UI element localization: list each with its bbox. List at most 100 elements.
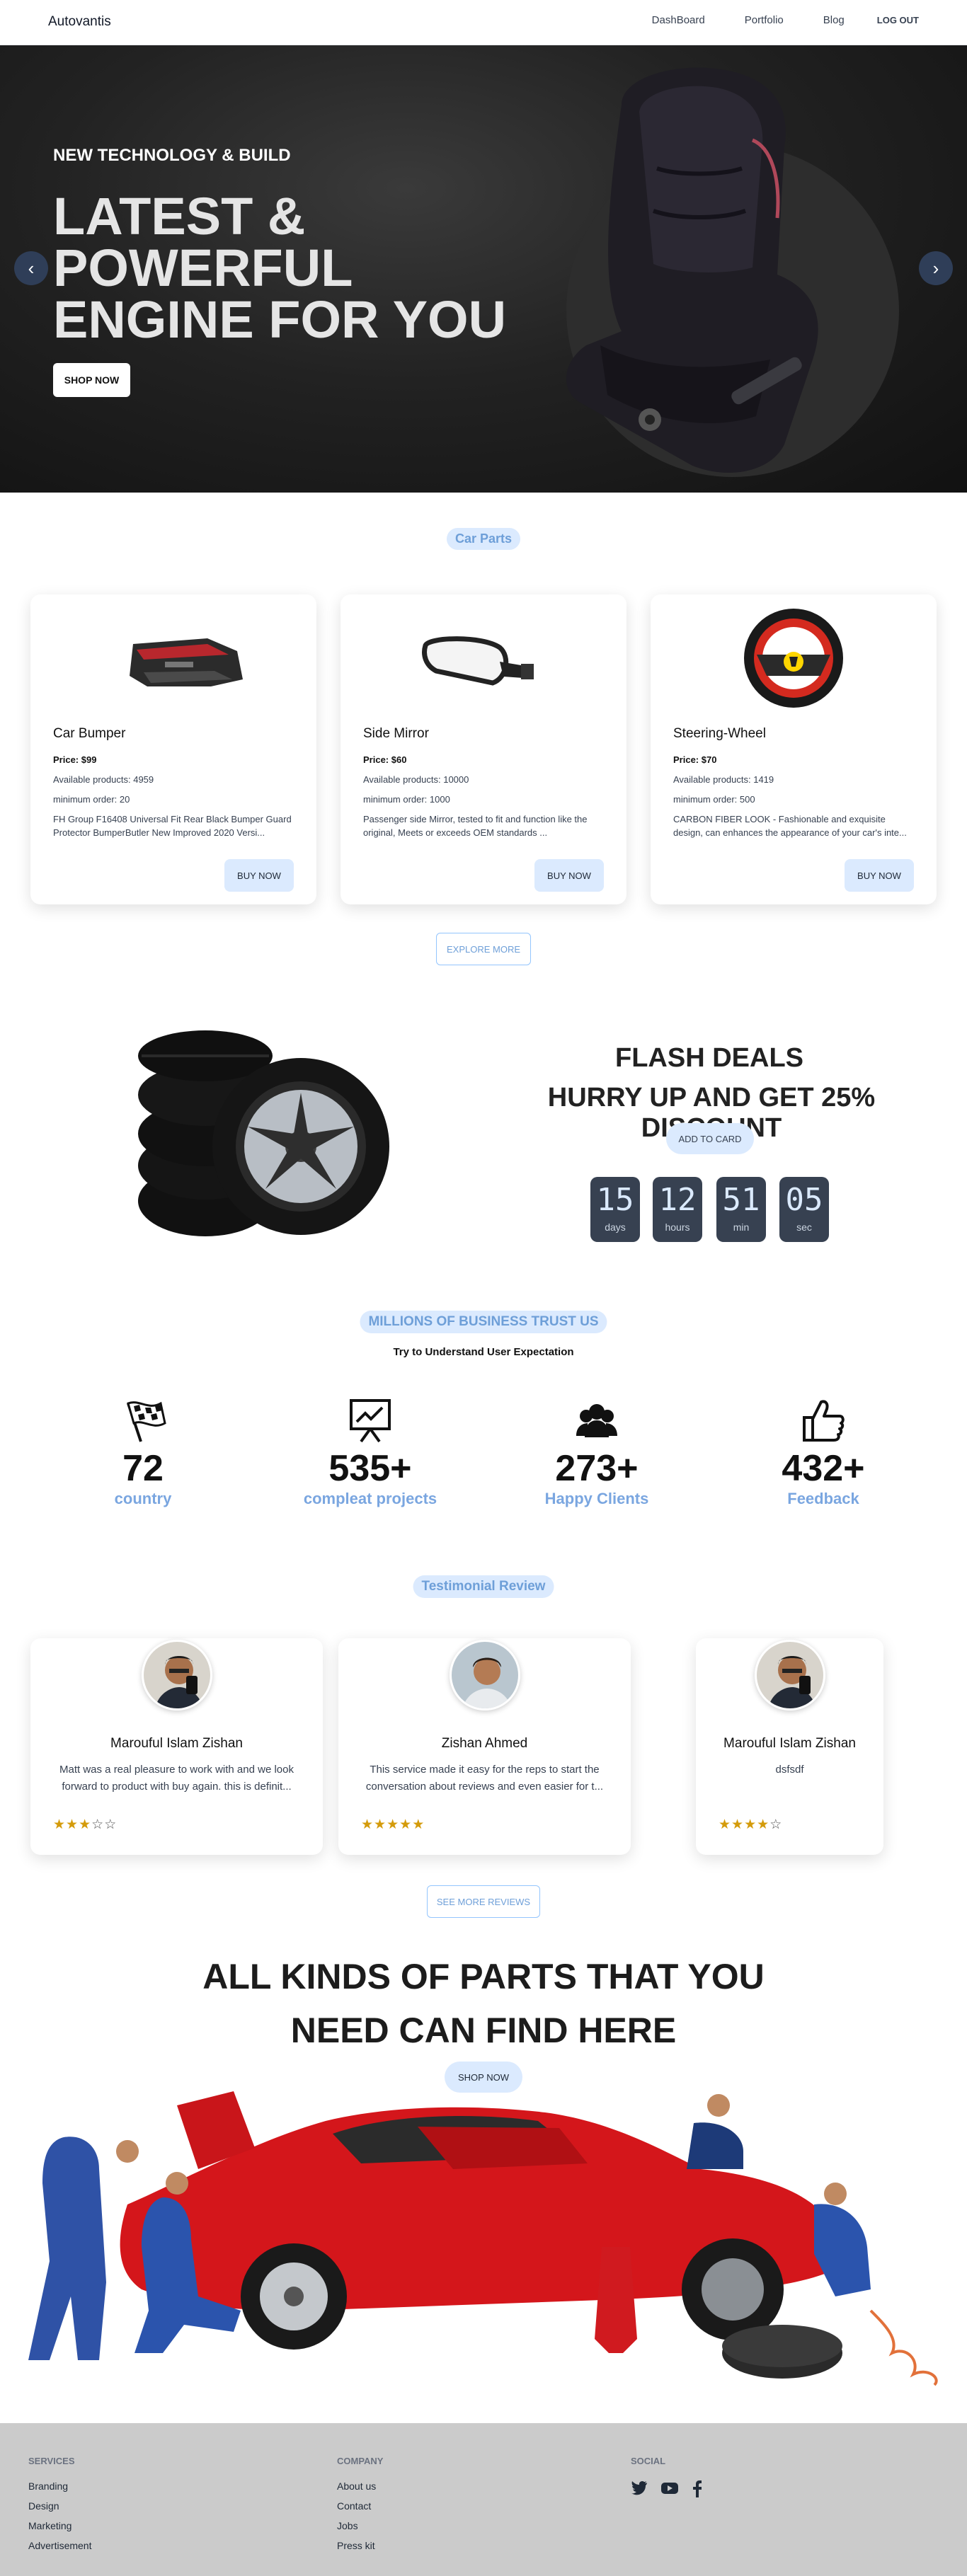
carousel-prev-button[interactable]: ‹ xyxy=(14,251,48,285)
footer: SERVICES Branding Design Marketing Adver… xyxy=(0,2423,967,2576)
hero-shop-now-button[interactable]: SHOP NOW xyxy=(53,363,130,397)
nav-link-blog[interactable]: Blog xyxy=(823,14,845,26)
product-name: Car Bumper xyxy=(53,726,126,741)
countdown-hours: 12 hours xyxy=(653,1177,702,1242)
star-filled-icon: ★ xyxy=(731,1817,745,1832)
car-bumper-image xyxy=(130,638,243,686)
hero-title: LATEST & POWERFUL ENGINE FOR YOU xyxy=(53,187,507,349)
rating-stars: ★★★☆☆ xyxy=(53,1817,117,1833)
rating-stars: ★★★★☆ xyxy=(719,1817,782,1833)
stat-value: 273+ xyxy=(555,1448,639,1489)
countdown-seconds: 05 sec xyxy=(779,1177,829,1242)
footer-heading: SERVICES xyxy=(28,2456,75,2466)
nav-link-dashboard[interactable]: DashBoard xyxy=(652,14,705,26)
star-filled-icon: ★ xyxy=(361,1817,374,1832)
explore-more-button[interactable]: EXPLORE MORE xyxy=(436,933,531,965)
testimonial-card: Zishan Ahmed This service made it easy f… xyxy=(338,1638,631,1855)
countdown-days: 15 days xyxy=(590,1177,640,1242)
countdown-unit: sec xyxy=(796,1221,812,1233)
mechanics-car-image xyxy=(28,2091,938,2386)
car-parts-heading: Car Parts xyxy=(446,528,521,550)
see-more-reviews-button[interactable]: SEE MORE REVIEWS xyxy=(427,1885,540,1918)
logout-button[interactable]: LOG OUT xyxy=(877,15,919,26)
footer-company: COMPANY About us Contact Jobs Press kit xyxy=(337,2456,383,2560)
thumbs-up-icon xyxy=(735,1398,912,1444)
star-filled-icon: ★ xyxy=(66,1817,79,1832)
footer-services: SERVICES Branding Design Marketing Adver… xyxy=(28,2456,91,2560)
product-card: Side Mirror Price: $60 Available product… xyxy=(341,594,626,904)
steering-wheel-image xyxy=(744,609,843,708)
nav-link-portfolio[interactable]: Portfolio xyxy=(745,14,784,26)
stat-clients: 273+ Happy Clients xyxy=(508,1398,685,1508)
brand-logo[interactable]: Autovantis xyxy=(48,14,111,30)
review-text: Matt was a real pleasure to work with an… xyxy=(59,1764,294,1793)
footer-link-about[interactable]: About us xyxy=(337,2480,383,2492)
footer-social: SOCIAL xyxy=(631,2456,703,2501)
star-empty-icon: ☆ xyxy=(769,1817,783,1832)
review-text: dsfsdf xyxy=(775,1764,804,1776)
buy-now-button[interactable]: BUY NOW xyxy=(534,859,604,892)
product-available: Available products: 10000 xyxy=(363,774,469,785)
footer-link-branding[interactable]: Branding xyxy=(28,2480,91,2492)
star-filled-icon: ★ xyxy=(79,1817,92,1832)
footer-link-contact[interactable]: Contact xyxy=(337,2500,383,2512)
chevron-left-icon: ‹ xyxy=(28,257,35,279)
product-description: FH Group F16408 Universal Fit Rear Black… xyxy=(53,814,292,838)
stat-projects: 535+ compleat projects xyxy=(282,1398,459,1508)
testimonials-heading: Testimonial Review xyxy=(413,1575,554,1598)
rating-stars: ★★★★★ xyxy=(361,1817,425,1833)
countdown-value: 15 xyxy=(596,1182,634,1218)
footer-link-jobs[interactable]: Jobs xyxy=(337,2520,383,2531)
stat-feedback: 432+ Feedback xyxy=(735,1398,912,1508)
review-text: This service made it easy for the reps t… xyxy=(365,1764,604,1793)
facebook-icon[interactable] xyxy=(692,2480,703,2501)
avatar xyxy=(754,1640,825,1710)
star-filled-icon: ★ xyxy=(387,1817,400,1832)
countdown-value: 05 xyxy=(785,1182,823,1218)
testimonial-card: Marouful Islam Zishan dsfsdf ★★★★☆ xyxy=(696,1638,883,1855)
footer-link-advertisement[interactable]: Advertisement xyxy=(28,2540,91,2551)
footer-link-press-kit[interactable]: Press kit xyxy=(337,2540,383,2551)
countdown-value: 12 xyxy=(658,1182,697,1218)
presentation-chart-icon xyxy=(282,1398,459,1444)
star-filled-icon: ★ xyxy=(757,1817,770,1832)
chevron-right-icon: › xyxy=(932,257,939,279)
product-description: CARBON FIBER LOOK - Fashionable and exqu… xyxy=(673,814,907,838)
product-price: Price: $99 xyxy=(53,754,97,765)
nav-links: DashBoard Portfolio Blog LOG OUT xyxy=(612,14,919,26)
add-to-cart-button[interactable]: ADD TO CARD xyxy=(666,1123,754,1154)
flash-deals-title: FLASH DEALS xyxy=(615,1043,803,1073)
product-minimum-order: minimum order: 20 xyxy=(53,794,130,805)
carousel-next-button[interactable]: › xyxy=(919,251,953,285)
tire-stack-image xyxy=(138,1030,389,1236)
buy-now-button[interactable]: BUY NOW xyxy=(845,859,914,892)
page: Autovantis DashBoard Portfolio Blog LOG … xyxy=(0,0,967,2576)
car-seat-image xyxy=(566,67,818,473)
stat-value: 72 xyxy=(122,1448,164,1489)
product-minimum-order: minimum order: 500 xyxy=(673,794,755,805)
stat-value: 432+ xyxy=(782,1448,865,1489)
star-filled-icon: ★ xyxy=(399,1817,413,1832)
star-filled-icon: ★ xyxy=(719,1817,732,1832)
twitter-icon[interactable] xyxy=(631,2480,648,2501)
avatar xyxy=(449,1640,520,1710)
product-name: Side Mirror xyxy=(363,726,429,741)
promo-heading-line2: NEED CAN FIND HERE xyxy=(290,2011,677,2050)
footer-link-marketing[interactable]: Marketing xyxy=(28,2520,91,2531)
buy-now-button[interactable]: BUY NOW xyxy=(224,859,294,892)
testimonial-card: Marouful Islam Zishan Matt was a real pl… xyxy=(30,1638,323,1855)
countdown-unit: days xyxy=(605,1221,626,1233)
hero-subtitle: NEW TECHNOLOGY & BUILD xyxy=(53,146,291,165)
product-card: Car Bumper Price: $99 Available products… xyxy=(30,594,316,904)
hero-carousel: NEW TECHNOLOGY & BUILD LATEST & POWERFUL… xyxy=(0,45,967,493)
stat-value: 535+ xyxy=(328,1448,412,1489)
star-filled-icon: ★ xyxy=(53,1817,67,1832)
star-filled-icon: ★ xyxy=(374,1817,387,1832)
trust-subheading: Try to Understand User Expectation xyxy=(393,1346,574,1358)
side-mirror-image xyxy=(422,636,534,686)
youtube-icon[interactable] xyxy=(660,2480,679,2501)
countdown-unit: hours xyxy=(665,1221,690,1233)
footer-link-design[interactable]: Design xyxy=(28,2500,91,2512)
stat-label: compleat projects xyxy=(303,1490,437,1507)
social-icons xyxy=(631,2480,703,2501)
